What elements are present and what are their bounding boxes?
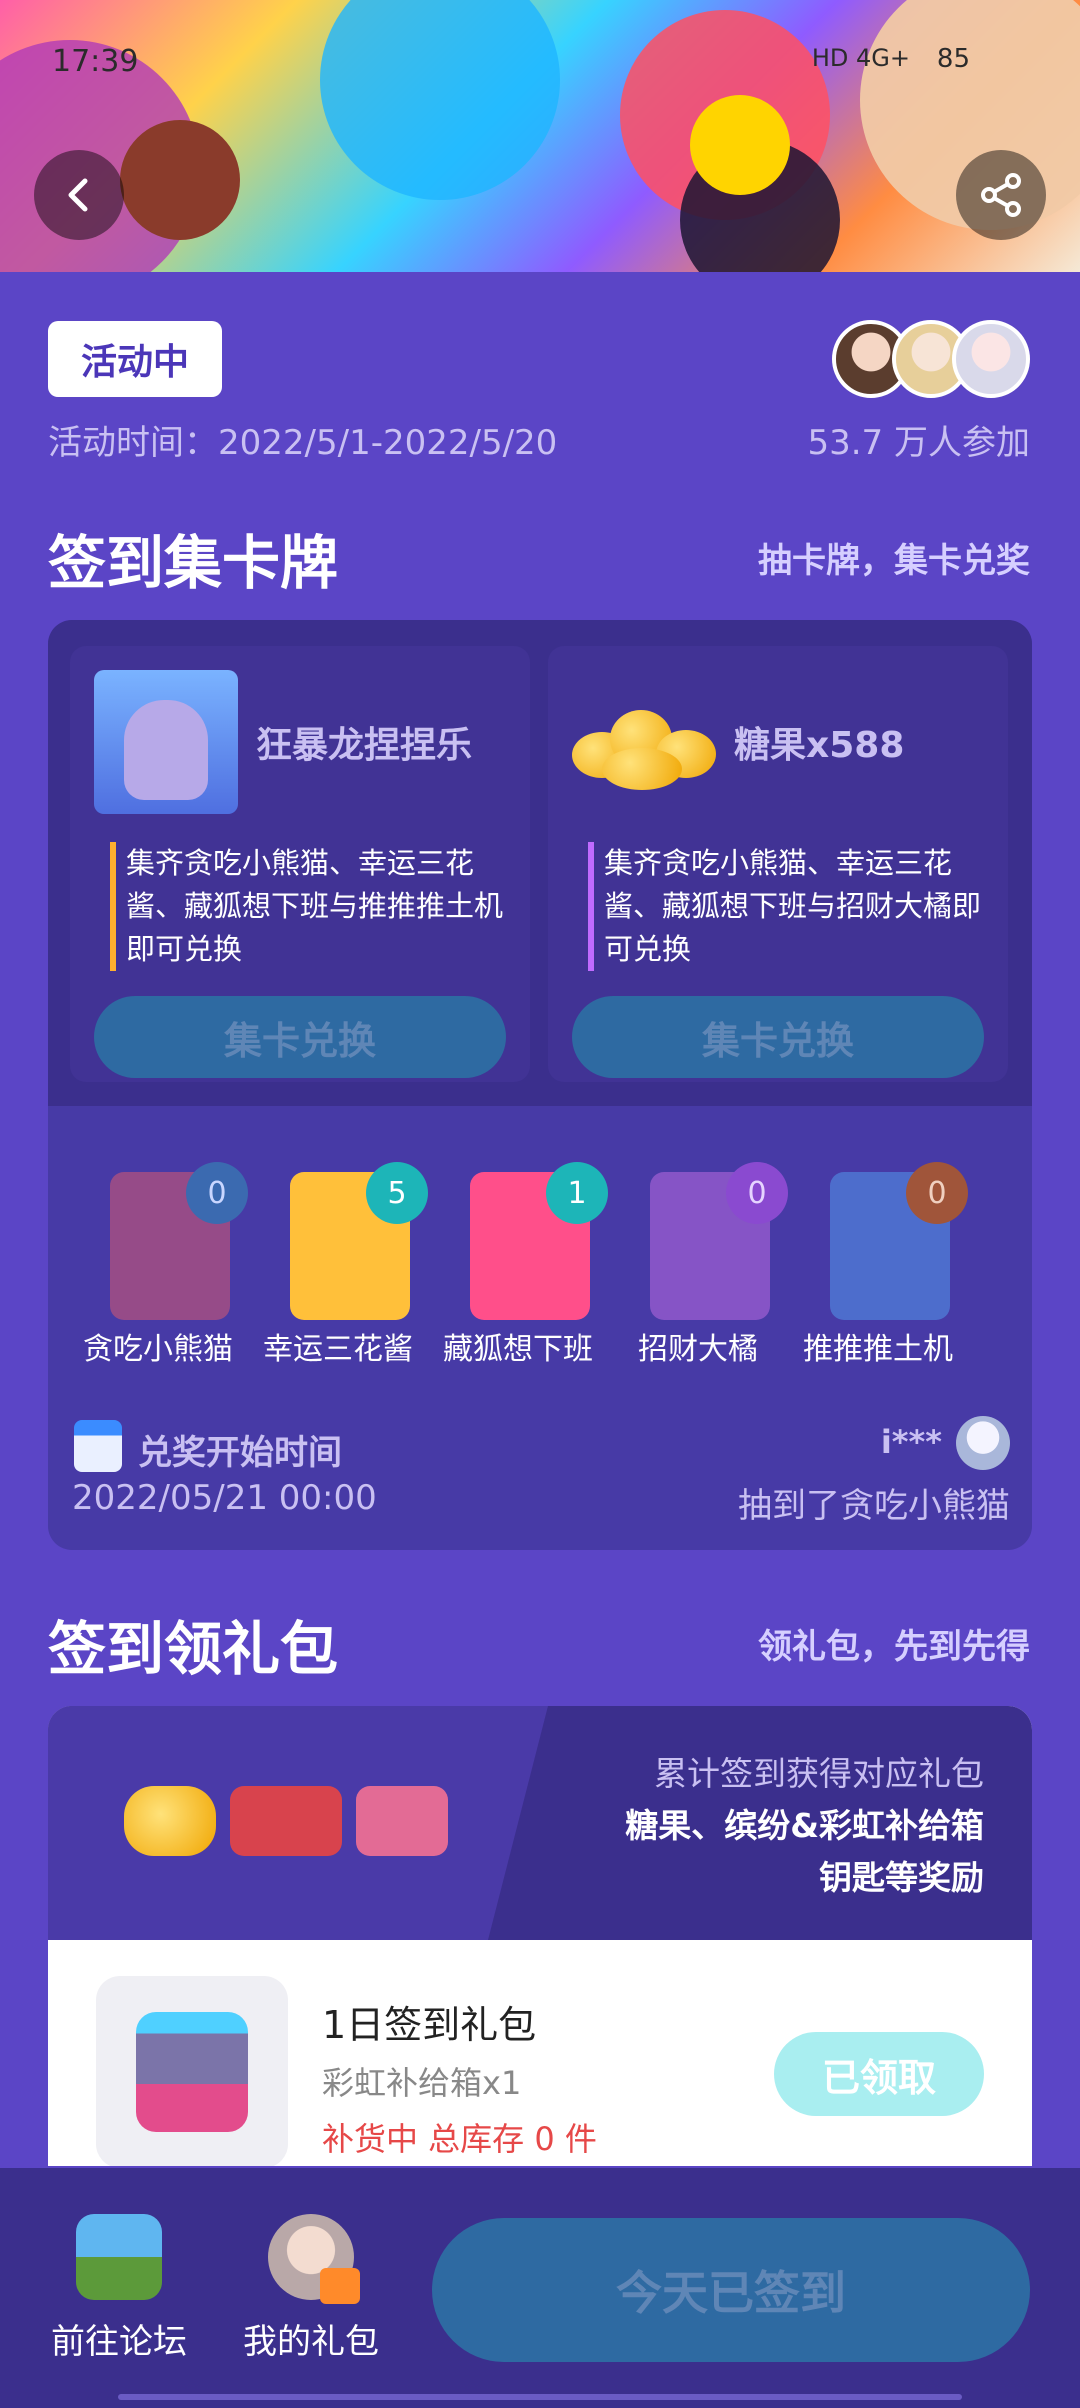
card-name: 幸运三花酱 <box>263 1332 413 1367</box>
card-item[interactable]: 1 藏狐想下班 <box>428 1162 608 1367</box>
participant-avatars <box>832 320 1030 398</box>
card-panel: 狂暴龙捏捏乐 集齐贪吃小熊猫、幸运三花酱、藏狐想下班与推推推土机即可兑换 集卡兑… <box>48 620 1032 1550</box>
claimed-button[interactable]: 已领取 <box>774 2032 984 2116</box>
status-battery: 85 <box>936 44 970 74</box>
card-name: 推推推土机 <box>803 1332 953 1367</box>
avatar <box>952 320 1030 398</box>
candy-icon <box>124 1786 216 1856</box>
my-gifts-nav-button[interactable]: 我的礼包 <box>226 2214 396 2363</box>
dinosaur-toy-image <box>94 670 238 814</box>
home-indicator <box>118 2394 962 2400</box>
candy-image <box>572 670 716 814</box>
forum-label: 前往论坛 <box>51 2322 187 2362</box>
reward-description: 集齐贪吃小熊猫、幸运三花酱、藏狐想下班与招财大橘即可兑换 <box>588 842 988 971</box>
banner-line: 钥匙等奖励 <box>819 1858 984 1897</box>
hero-banner: 17:39 HD 4G+ 85 <box>0 0 1080 272</box>
gift-row: 1日签到礼包 彩虹补给箱x1 补货中 总库存 0 件 已领取 <box>48 1940 1032 2166</box>
card-name: 贪吃小熊猫 <box>83 1332 233 1367</box>
reward-name: 糖果x588 <box>734 725 905 766</box>
bottom-bar: 前往论坛 我的礼包 今天已签到 <box>0 2168 1080 2408</box>
rainbow-box-image <box>96 1976 288 2166</box>
card-item[interactable]: 0 贪吃小熊猫 <box>68 1162 248 1367</box>
gift-banner-text: 累计签到获得对应礼包 糖果、缤纷&彩虹补给箱 钥匙等奖励 <box>625 1748 984 1904</box>
reward-card: 糖果x588 集齐贪吃小熊猫、幸运三花酱、藏狐想下班与招财大橘即可兑换 集卡兑换 <box>548 646 1008 1082</box>
key-icon <box>356 1786 448 1856</box>
exchange-button[interactable]: 集卡兑换 <box>572 996 984 1078</box>
forum-app-icon <box>76 2214 162 2300</box>
status-time: 17:39 <box>52 44 139 79</box>
my-gifts-label: 我的礼包 <box>243 2322 379 2362</box>
section-subtitle-cards: 抽卡牌，集卡兑奖 <box>758 541 1030 581</box>
section-title-cards: 签到集卡牌 <box>48 529 339 597</box>
redeem-start-time: 2022/05/21 00:00 <box>72 1478 377 1518</box>
calendar-icon <box>74 1420 122 1472</box>
exchange-button[interactable]: 集卡兑换 <box>94 996 506 1078</box>
reward-description: 集齐贪吃小熊猫、幸运三花酱、藏狐想下班与推推推土机即可兑换 <box>110 842 510 971</box>
signed-today-button[interactable]: 今天已签到 <box>432 2218 1030 2362</box>
share-button[interactable] <box>956 150 1046 240</box>
gift-title: 1日签到礼包 <box>322 2003 537 2047</box>
participant-count: 53.7 万人参加 <box>807 423 1030 463</box>
card-count-badge: 5 <box>366 1162 428 1224</box>
redeem-start-label: 兑奖开始时间 <box>138 1433 342 1473</box>
banner-line: 糖果、缤纷&彩虹补给箱 <box>625 1806 984 1845</box>
latest-draw-text: 抽到了贪吃小熊猫 <box>738 1486 1010 1526</box>
section-title-gifts: 签到领礼包 <box>48 1615 339 1683</box>
card-name: 招财大橘 <box>638 1332 758 1367</box>
card-item[interactable]: 0 推推推土机 <box>788 1162 968 1367</box>
status-network: HD 4G+ <box>811 44 910 72</box>
share-icon <box>981 173 1021 217</box>
latest-draw-user: i*** <box>880 1423 942 1461</box>
back-arrow-icon <box>68 178 88 212</box>
reward-card: 狂暴龙捏捏乐 集齐贪吃小熊猫、幸运三花酱、藏狐想下班与推推推土机即可兑换 集卡兑… <box>70 646 530 1082</box>
card-count-badge: 1 <box>546 1162 608 1224</box>
card-item[interactable]: 5 幸运三花酱 <box>248 1162 428 1367</box>
back-button[interactable] <box>34 150 124 240</box>
forum-nav-button[interactable]: 前往论坛 <box>34 2214 204 2363</box>
gift-avatar-icon <box>268 2214 360 2304</box>
card-item[interactable]: 0 招财大橘 <box>608 1162 788 1367</box>
collected-cards: 0 贪吃小熊猫 5 幸运三花酱 1 藏狐想下班 0 招财大橘 0 推推推土机 <box>48 1162 1032 1367</box>
gift-items <box>124 1786 448 1856</box>
section-subtitle-gifts: 领礼包，先到先得 <box>758 1627 1030 1667</box>
activity-time: 活动时间：2022/5/1-2022/5/20 <box>48 423 558 463</box>
card-count-badge: 0 <box>906 1162 968 1224</box>
reward-name: 狂暴龙捏捏乐 <box>256 725 473 766</box>
card-count-badge: 0 <box>726 1162 788 1224</box>
gift-panel: 累计签到获得对应礼包 糖果、缤纷&彩虹补给箱 钥匙等奖励 1日签到礼包 彩虹补给… <box>48 1706 1032 2166</box>
card-count-badge: 0 <box>186 1162 248 1224</box>
gift-content: 彩虹补给箱x1 <box>322 2064 522 2102</box>
avatar <box>956 1416 1010 1470</box>
banner-line: 累计签到获得对应礼包 <box>654 1754 984 1793</box>
gift-banner: 累计签到获得对应礼包 糖果、缤纷&彩虹补给箱 钥匙等奖励 <box>48 1706 1032 1940</box>
card-name: 藏狐想下班 <box>443 1332 593 1367</box>
gift-stock: 补货中 总库存 0 件 <box>322 2120 597 2158</box>
red-supply-box-icon <box>230 1786 342 1856</box>
activity-status-tag: 活动中 <box>48 321 222 397</box>
